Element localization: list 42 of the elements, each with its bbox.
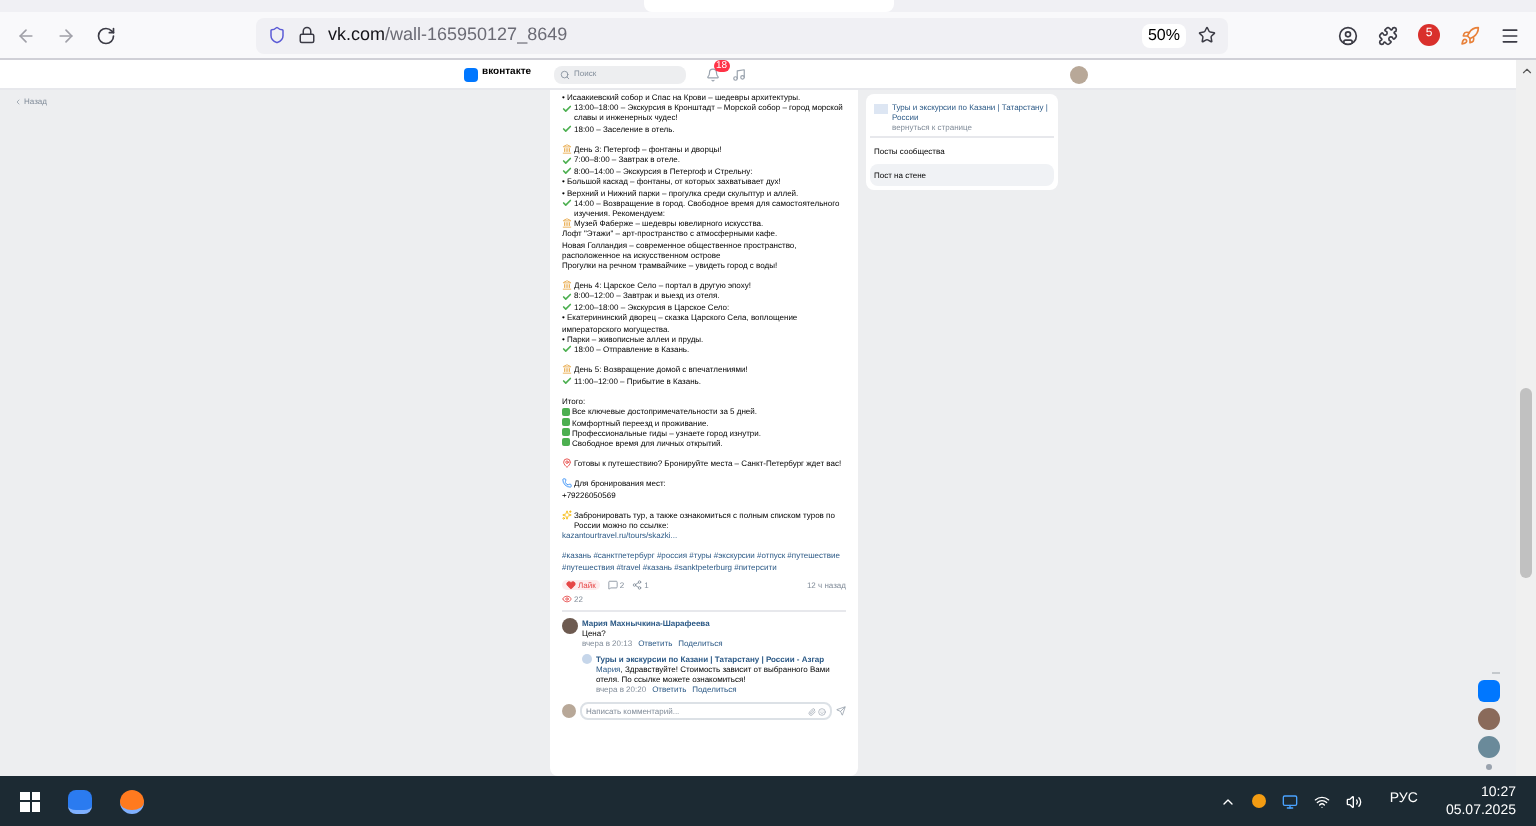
bookmark-star-icon[interactable] [1198, 26, 1216, 44]
windows-start-icon[interactable] [20, 791, 40, 811]
check-icon [562, 376, 572, 387]
firefox-taskbar-icon[interactable] [120, 789, 144, 813]
check-icon [562, 198, 572, 209]
shield-icon [268, 26, 286, 44]
sparkle-icon [562, 509, 572, 520]
lock-icon [298, 26, 316, 44]
network-icon[interactable] [1313, 793, 1330, 809]
avatar[interactable] [1070, 65, 1088, 83]
account-icon[interactable] [1338, 25, 1358, 45]
landmark-icon [562, 280, 572, 291]
pin-icon [562, 458, 572, 469]
landmark-icon [562, 144, 572, 155]
rocket-icon[interactable] [1460, 25, 1480, 45]
display-icon[interactable] [1281, 793, 1298, 809]
music-icon[interactable] [732, 67, 746, 81]
group-avatar-icon [874, 104, 888, 114]
scroll-up-icon[interactable] [1519, 64, 1533, 78]
app-taskbar-icon[interactable] [68, 789, 92, 813]
vk-messenger-icon[interactable] [1478, 680, 1500, 702]
extension-icon[interactable] [1378, 25, 1398, 45]
chat-avatar[interactable] [1478, 708, 1500, 730]
commenter-avatar[interactable] [562, 618, 578, 635]
search-icon [560, 69, 570, 79]
user-avatar [562, 704, 576, 719]
chat-avatar[interactable] [1478, 736, 1500, 758]
bell-icon[interactable] [706, 67, 720, 81]
back-icon[interactable] [16, 25, 36, 45]
tray-app-icon[interactable] [1251, 794, 1266, 808]
zoom-level[interactable]: 50% [1141, 23, 1186, 47]
landmark-icon [562, 364, 572, 375]
volume-icon[interactable] [1345, 793, 1362, 809]
url-text: vk.com/wall-165950127_8649 [328, 21, 568, 48]
landmark-icon [562, 218, 572, 229]
vk-logo-icon[interactable] [464, 67, 478, 81]
reload-icon[interactable] [96, 25, 116, 45]
menu-icon[interactable] [1500, 25, 1520, 45]
address-bar[interactable]: vk.com/wall-165950127_8649 50% [256, 17, 1228, 53]
forward-icon[interactable] [56, 25, 76, 45]
check-icon [562, 344, 572, 355]
phone-icon [562, 478, 572, 489]
